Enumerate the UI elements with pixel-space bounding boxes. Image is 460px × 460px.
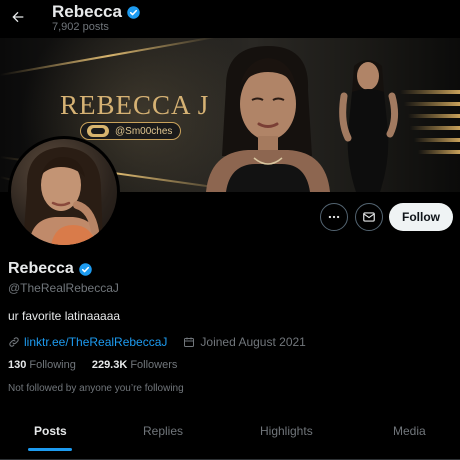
message-button[interactable]	[355, 203, 383, 231]
envelope-icon	[363, 212, 375, 222]
link-icon	[9, 337, 19, 347]
back-button[interactable]	[6, 6, 30, 28]
banner-stripe	[418, 150, 460, 154]
banner-stripe	[414, 138, 460, 142]
header-title: Rebecca	[52, 2, 141, 22]
followers-label: Followers	[130, 359, 178, 371]
follow-button[interactable]: Follow	[389, 203, 453, 231]
banner-photo-side	[318, 52, 418, 192]
following-count: 130	[8, 359, 27, 371]
following-label: Following	[29, 359, 76, 371]
arrow-left-icon	[12, 11, 24, 23]
following-link[interactable]: 130 Following	[8, 359, 76, 371]
post-count: 7,902 posts	[52, 21, 109, 33]
follow-stats: 130 Following 229.3K Followers	[8, 359, 177, 371]
verified-badge-icon	[79, 262, 92, 276]
tab-replies[interactable]: Replies	[143, 424, 183, 438]
banner-title: REBECCA J	[60, 90, 210, 120]
profile-bio: ur favorite latinaaaaa	[8, 309, 121, 323]
profile-avatar[interactable]	[8, 136, 120, 248]
banner-handle-tag: @Sm00ches	[80, 122, 182, 140]
profile-link[interactable]: linktr.ee/TheRealRebeccaJ	[24, 335, 167, 349]
banner-photo-main	[196, 46, 336, 192]
profile-tabs: Posts Replies Highlights Media	[0, 410, 460, 460]
followers-link[interactable]: 229.3K Followers	[92, 359, 178, 371]
joined-date: Joined August 2021	[200, 335, 306, 349]
profile-meta: linktr.ee/TheRealRebeccaJ Joined August …	[8, 334, 306, 350]
more-icon	[328, 215, 340, 219]
onlyfans-logo-icon	[87, 125, 109, 137]
verified-badge-icon	[127, 5, 140, 19]
banner-handle-text: @Sm00ches	[115, 125, 173, 137]
calendar-icon	[183, 336, 195, 348]
followed-by-note: Not followed by anyone you’re following	[8, 383, 184, 394]
profile-name: Rebecca	[8, 260, 74, 277]
active-tab-indicator	[28, 448, 72, 451]
more-button[interactable]	[320, 203, 348, 231]
profile-name-row: Rebecca	[8, 260, 93, 278]
header-name: Rebecca	[52, 2, 122, 21]
tab-posts[interactable]: Posts	[34, 424, 67, 438]
top-header: Rebecca 7,902 posts	[0, 0, 460, 38]
followers-count: 229.3K	[91, 359, 128, 371]
profile-handle: @TheRealRebeccaJ	[8, 281, 119, 295]
tab-media[interactable]: Media	[393, 424, 426, 438]
tab-highlights[interactable]: Highlights	[260, 424, 313, 438]
